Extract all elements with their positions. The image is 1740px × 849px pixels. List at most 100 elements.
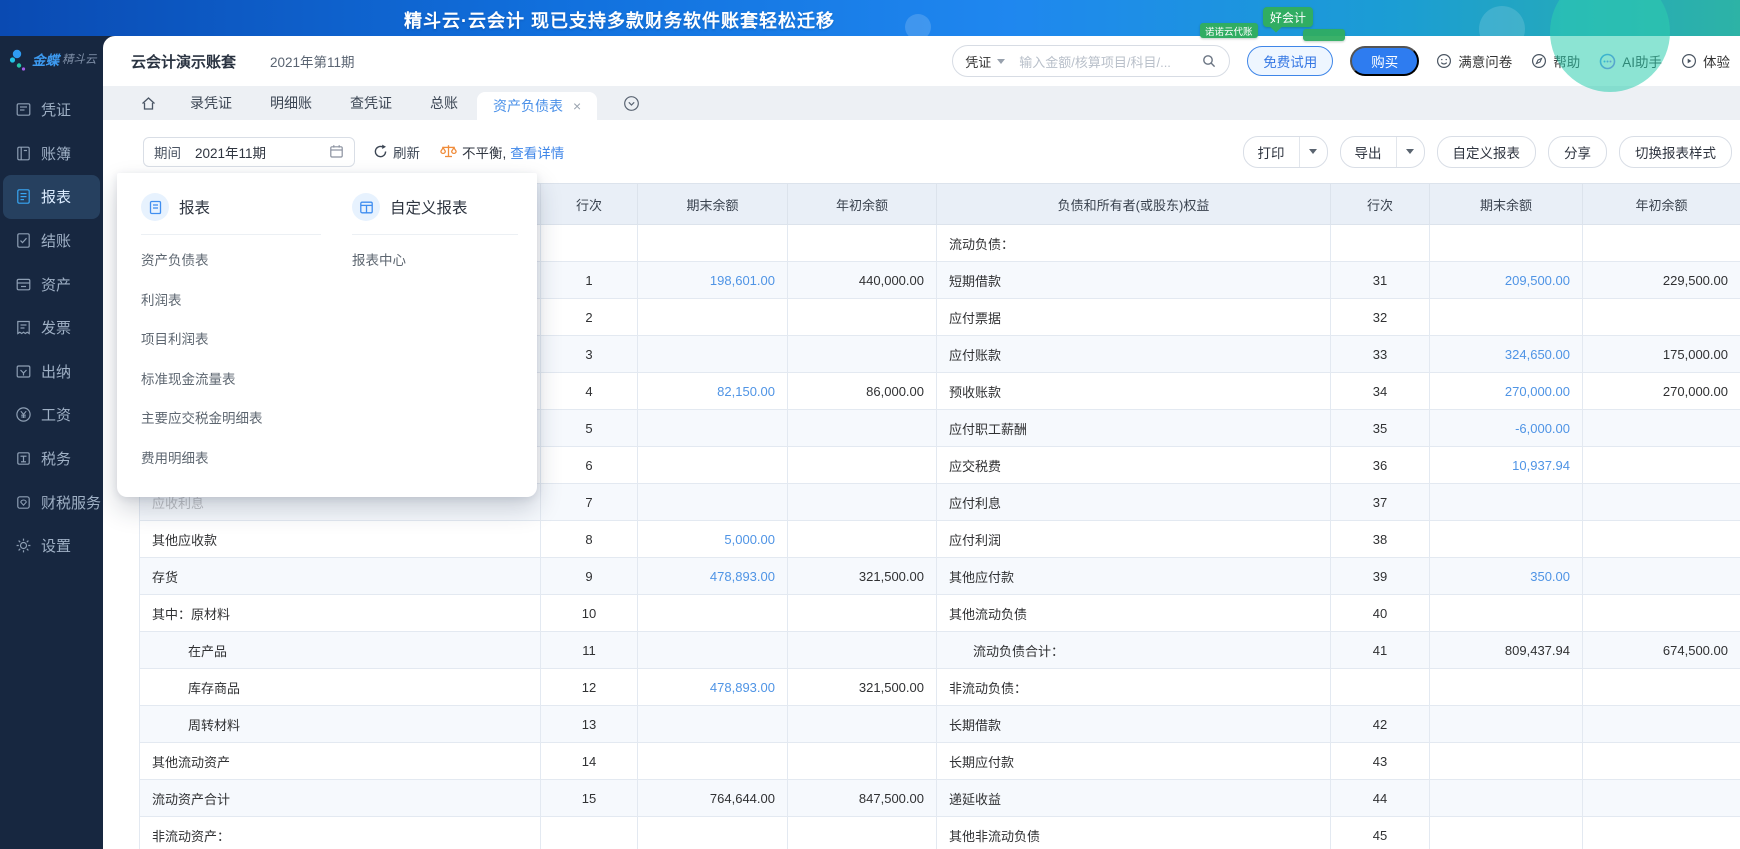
tab-more-button[interactable] [623,86,640,120]
free-trial-button[interactable]: 免费试用 [1247,46,1333,76]
liability-line-no: 41 [1331,632,1430,669]
menu-item-标准现金流量表[interactable]: 标准现金流量表 [141,360,352,400]
asset-beginning-balance: 440,000.00 [788,262,937,299]
asset-line-no: 13 [541,706,638,743]
sidebar-item-财税服务[interactable]: 财税服务 [0,480,103,524]
sidebar-item-设置[interactable]: 设置 [0,524,103,568]
liability-ending-balance[interactable]: 209,500.00 [1430,262,1583,299]
menu-item-主要应交税金明细表[interactable]: 主要应交税金明细表 [141,399,352,439]
sidebar-item-账簿[interactable]: 账簿 [0,132,103,176]
search-icon[interactable] [1201,53,1217,69]
table-row: 存货9478,893.00321,500.00其他应付款39350.00 [140,558,1740,595]
header-link-label: 体验 [1703,51,1730,71]
liability-ending-balance[interactable]: 350.00 [1430,558,1583,595]
refresh-icon [373,144,388,159]
asset-beginning-balance [788,706,937,743]
sidebar-item-label: 工资 [41,404,71,425]
table-row: 其他流动资产14长期应付款43 [140,743,1740,780]
liability-line-no: 31 [1331,262,1430,299]
menu-item-费用明细表[interactable]: 费用明细表 [141,439,352,479]
asset-beginning-balance [788,299,937,336]
tab-查凭证[interactable]: 查凭证 [331,86,411,120]
liability-ending-balance[interactable]: 270,000.00 [1430,373,1583,410]
liability-ending-balance[interactable]: 324,650.00 [1430,336,1583,373]
table-row: 在产品11流动负债合计：41809,437.94674,500.00 [140,632,1740,669]
tab-balance-sheet[interactable]: 资产负债表 × [477,92,597,120]
account-name[interactable]: 云会计演示账套 [131,51,236,72]
sidebar-item-结账[interactable]: 结账 [0,219,103,263]
toolbar-button-label[interactable]: 导出 [1341,137,1396,167]
table-row: 周转材料13长期借款42 [140,706,1740,743]
toolbar-button-切换报表样式[interactable]: 切换报表样式 [1619,136,1732,168]
buy-button[interactable]: 购买 [1350,46,1419,76]
cashier-icon [15,363,32,380]
asset-ending-balance[interactable]: 478,893.00 [638,558,788,595]
sidebar-item-凭证[interactable]: 凭证 [0,88,103,132]
sidebar-item-工资[interactable]: 工资 [0,393,103,437]
toolbar-button-label[interactable]: 打印 [1244,137,1299,167]
sidebar-item-发票[interactable]: 发票 [0,306,103,350]
asset-item-name: 周转材料 [140,706,541,743]
search-category[interactable]: 凭证 [965,52,991,71]
report-icon [15,188,32,205]
liability-ending-balance [1430,595,1583,632]
liability-item-name: 其他应付款 [937,558,1331,595]
sidebar-item-label: 设置 [41,535,71,556]
asset-item-name: 非流动资产： [140,817,541,849]
partial-badge[interactable] [1303,29,1345,41]
asset-item-name: 库存商品 [140,669,541,706]
product-badge-haokuaiji[interactable]: 好会计 [1263,7,1313,27]
sidebar-item-资产[interactable]: 资产 [0,262,103,306]
asset-ending-balance[interactable]: 5,000.00 [638,521,788,558]
tab-home[interactable] [125,86,171,120]
toolbar-button-导出[interactable]: 导出 [1340,136,1425,168]
sidebar-item-税务[interactable]: 税务 [0,437,103,481]
header-link-体验[interactable]: 体验 [1681,51,1730,71]
asset-item-name: 其他应收款 [140,521,541,558]
chevron-down-icon[interactable] [1299,137,1327,167]
toolbar-buttons: 打印 导出 自定义报表 分享切换报表样式 [1243,136,1733,168]
toolbar-button-打印[interactable]: 打印 [1243,136,1328,168]
asset-line-no: 2 [541,299,638,336]
menu-item-利润表[interactable]: 利润表 [141,281,352,321]
liability-ending-balance[interactable]: 10,937.94 [1430,447,1583,484]
toolbar-button-分享[interactable]: 分享 [1548,136,1607,168]
period-picker[interactable]: 期间 2021年11期 [143,137,355,167]
tab-明细账[interactable]: 明细账 [251,86,331,120]
global-search[interactable]: 凭证 输入金额/核算项目/科目/... [952,45,1230,77]
asset-beginning-balance [788,743,937,780]
search-input[interactable]: 输入金额/核算项目/科目/... [1019,52,1201,71]
app-logo[interactable]: 金蝶 精斗云 [0,36,103,82]
tab-录凭证[interactable]: 录凭证 [171,86,251,120]
asset-item-name: 流动资产合计 [140,780,541,817]
sidebar-item-报表[interactable]: 报表 [3,175,100,219]
menu-item-报表中心[interactable]: 报表中心 [352,241,518,281]
asset-ending-balance[interactable]: 198,601.00 [638,262,788,299]
chevron-down-icon[interactable] [1396,137,1424,167]
liability-ending-balance [1430,225,1583,262]
fiscal-period[interactable]: 2021年第11期 [270,51,355,71]
liability-beginning-balance [1583,410,1740,447]
liability-ending-balance [1430,521,1583,558]
menu-item-项目利润表[interactable]: 项目利润表 [141,320,352,360]
sidebar-item-label: 税务 [41,448,71,469]
toolbar-button-label: 自定义报表 [1453,142,1521,162]
close-icon[interactable]: × [573,92,581,120]
asset-line-no: 3 [541,336,638,373]
header-link-满意问卷[interactable]: 满意问卷 [1436,51,1512,71]
column-header: 期末余额 [638,184,788,225]
liability-beginning-balance [1583,669,1740,706]
view-details-link[interactable]: 查看详情 [510,142,564,162]
asset-ending-balance[interactable]: 82,150.00 [638,373,788,410]
tab-总账[interactable]: 总账 [411,86,477,120]
liability-ending-balance[interactable]: -6,000.00 [1430,410,1583,447]
toolbar-button-自定义报表[interactable]: 自定义报表 [1437,136,1537,168]
asset-ending-balance[interactable]: 478,893.00 [638,669,788,706]
product-badge-nuonuo[interactable]: 诺诺云代账 [1200,23,1258,38]
asset-line-no [541,225,638,262]
refresh-button[interactable]: 刷新 [373,142,420,162]
menu-item-资产负债表[interactable]: 资产负债表 [141,241,352,281]
unbalanced-status: 不平衡, [440,142,506,162]
sidebar-item-出纳[interactable]: 出纳 [0,350,103,394]
asset-line-no: 11 [541,632,638,669]
